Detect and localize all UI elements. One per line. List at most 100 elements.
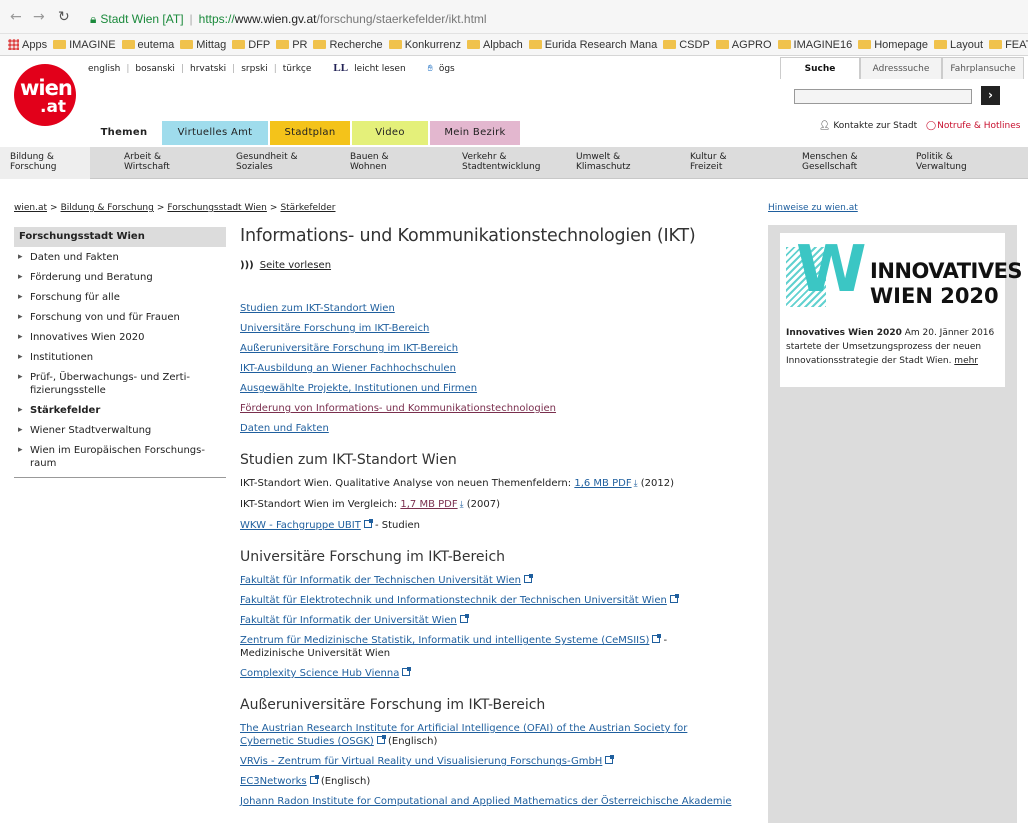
external-link[interactable]: VRVis - Zentrum für Virtual Reality und …	[240, 756, 602, 767]
leftnav-item[interactable]: Stärkefelder	[14, 404, 226, 417]
reload-icon[interactable]: ↻	[58, 9, 70, 25]
leicht-lesen-link[interactable]: leicht lesen	[354, 64, 406, 74]
leftnav-item[interactable]: Daten und Fakten	[14, 251, 226, 264]
category-link[interactable]: Umwelt & Klimaschutz	[576, 152, 630, 172]
external-link[interactable]: Johann Radon Institute for Computational…	[240, 796, 732, 807]
external-link[interactable]: Fakultät für Elektrotechnik und Informat…	[240, 595, 667, 606]
breadcrumb-link[interactable]: Stärkefelder	[280, 203, 335, 213]
bookmark-item[interactable]: Alpbach	[466, 34, 523, 55]
bookmark-item[interactable]: Apps	[6, 34, 47, 55]
leftnav-item[interactable]: Wien im Europäischen Forschungs-raum	[14, 444, 226, 470]
oegs-link[interactable]: ögs	[439, 64, 455, 74]
bookmark-item[interactable]: Eurida Research Mana	[528, 34, 657, 55]
bookmark-item[interactable]: CSDP	[663, 34, 710, 55]
banner-subtitle: WIEN 2020	[870, 284, 999, 308]
pdf-link[interactable]: 1,6 MB PDF	[574, 478, 631, 489]
more-link[interactable]: mehr	[954, 356, 978, 366]
leftnav-item-label: raum	[30, 458, 57, 469]
search-tab[interactable]: Adresssuche	[860, 57, 942, 79]
toc-link[interactable]: Studien zum IKT-Standort Wien	[240, 302, 756, 315]
back-icon[interactable]: ←	[10, 9, 22, 25]
leftnav-item[interactable]: Institutionen	[14, 351, 226, 364]
toc-link[interactable]: IKT-Ausbildung an Wiener Fachhochschulen	[240, 362, 756, 375]
category-link[interactable]: Arbeit & Wirtschaft	[124, 152, 170, 172]
search-tab[interactable]: Fahrplansuche	[942, 57, 1024, 79]
leftnav-item[interactable]: Förderung und Beratung	[14, 271, 226, 284]
read-aloud[interactable]: ))) Seite vorlesen	[240, 260, 756, 276]
bookmark-item[interactable]: Recherche	[313, 34, 383, 55]
search-input[interactable]	[794, 89, 972, 104]
language-link[interactable]: srpski	[241, 64, 268, 74]
language-link[interactable]: bosanski	[135, 64, 175, 74]
external-link[interactable]: Complexity Science Hub Vienna	[240, 668, 399, 679]
main-tab[interactable]: Stadtplan	[270, 121, 350, 145]
bookmark-item[interactable]: DFP	[232, 34, 270, 55]
external-link[interactable]: WKW - Fachgruppe UBIT	[240, 520, 361, 531]
forward-icon[interactable]: →	[33, 9, 45, 25]
leftnav-item[interactable]: Forschung für alle	[14, 291, 226, 304]
leftnav-heading[interactable]: Forschungsstadt Wien	[14, 227, 226, 247]
main-tab[interactable]: Mein Bezirk	[430, 121, 520, 145]
language-link[interactable]: english	[88, 64, 120, 74]
external-link-icon	[402, 667, 412, 676]
toc-link[interactable]: Daten und Fakten	[240, 422, 756, 435]
contact-link[interactable]: Kontakte zur Stadt	[833, 121, 917, 131]
bookmark-item[interactable]: AGPRO	[715, 34, 772, 55]
external-link[interactable]: Fakultät für Informatik der Universität …	[240, 615, 457, 626]
main-tab[interactable]: Video	[352, 121, 428, 145]
search-submit-button[interactable]: ›	[981, 86, 1000, 105]
hinweise-link[interactable]: Hinweise zu wien.at	[768, 203, 858, 213]
bookmark-item[interactable]: FEAT	[989, 34, 1028, 55]
breadcrumb-link[interactable]: Forschungsstadt Wien	[167, 203, 267, 213]
category-link[interactable]: Kultur & Freizeit	[690, 152, 726, 172]
address-bar[interactable]: 🔒︎ Stadt Wien [AT] | https://www.wien.gv.at…	[90, 10, 990, 28]
breadcrumb-link[interactable]: Bildung & Forschung	[61, 203, 154, 213]
leftnav-item[interactable]: Wiener Stadtverwaltung	[14, 424, 226, 437]
main-tab[interactable]: Virtuelles Amt	[162, 121, 268, 145]
toc-link[interactable]: Förderung von Informations- und Kommunik…	[240, 402, 756, 415]
external-link[interactable]: EC3Networks	[240, 776, 307, 787]
language-link[interactable]: hrvatski	[190, 64, 226, 74]
section-studien: Studien zum IKT-Standort Wien IKT-Stando…	[240, 452, 756, 532]
leftnav-divider	[14, 477, 226, 478]
category-link[interactable]: Bauen & Wohnen	[350, 152, 389, 172]
bookmark-item[interactable]: IMAGINE16	[777, 34, 852, 55]
emergency-link[interactable]: Notrufe & Hotlines	[937, 121, 1020, 131]
category-link[interactable]: Politik & Verwaltung	[916, 152, 967, 172]
bookmark-item[interactable]: eutema	[121, 34, 174, 55]
category-link[interactable]: Verkehr & Stadtentwicklung	[462, 152, 540, 172]
bookmark-item[interactable]: IMAGINE	[53, 34, 116, 55]
category-link[interactable]: Menschen & Gesellschaft	[802, 152, 857, 172]
read-aloud-link[interactable]: Seite vorlesen	[260, 260, 331, 271]
external-link[interactable]: Zentrum für Medizinische Statistik, Info…	[240, 635, 649, 646]
external-link[interactable]: The Austrian Research Institute for Arti…	[240, 723, 687, 734]
promo-card[interactable]: W INNOVATIVES WIEN 2020 Innovatives Wien…	[780, 233, 1023, 387]
sign-language-icon: ✋︎	[427, 64, 433, 74]
pdf-link[interactable]: 1,7 MB PDF	[400, 499, 457, 510]
category-link[interactable]: Bildung & Forschung	[10, 152, 57, 172]
leftnav-item[interactable]: Forschung von und für Frauen	[14, 311, 226, 324]
table-of-contents: Studien zum IKT-Standort Wien Universitär…	[240, 302, 756, 435]
bookmark-item[interactable]: Mittag	[180, 34, 226, 55]
wien-at-logo[interactable]: wien .at	[14, 64, 76, 126]
leftnav-item[interactable]: Prüf-, Überwachungs- und Zerti-fizierung…	[14, 371, 226, 397]
search-tab[interactable]: Suche	[780, 57, 860, 79]
main-tab[interactable]: Themen	[88, 121, 160, 145]
innovatives-wien-banner[interactable]: W INNOVATIVES WIEN 2020	[786, 233, 1023, 319]
list-item: Fakultät für Informatik der Universität …	[240, 614, 756, 627]
toc-link[interactable]: Ausgewählte Projekte, Institutionen und …	[240, 382, 756, 395]
breadcrumb-link[interactable]: wien.at	[14, 203, 47, 213]
leftnav-item[interactable]: Innovatives Wien 2020	[14, 331, 226, 344]
bookmark-item[interactable]: Homepage	[858, 34, 928, 55]
bookmark-item[interactable]: Konkurrenz	[388, 34, 461, 55]
category-line: Verkehr &	[462, 152, 507, 162]
toc-link[interactable]: Universitäre Forschung im IKT-Bereich	[240, 322, 756, 335]
external-link[interactable]: Cybernetic Studies (OSGK)	[240, 736, 374, 747]
language-link[interactable]: türkçe	[283, 64, 312, 74]
bookmark-item[interactable]: PR	[276, 34, 307, 55]
category-link[interactable]: Gesundheit & Soziales	[236, 152, 297, 172]
leicht-lesen-icon: LL	[333, 62, 349, 74]
bookmark-item[interactable]: Layout	[934, 34, 983, 55]
external-link[interactable]: Fakultät für Informatik der Technischen …	[240, 575, 521, 586]
toc-link[interactable]: Außeruniversitäre Forschung im IKT-Berei…	[240, 342, 756, 355]
